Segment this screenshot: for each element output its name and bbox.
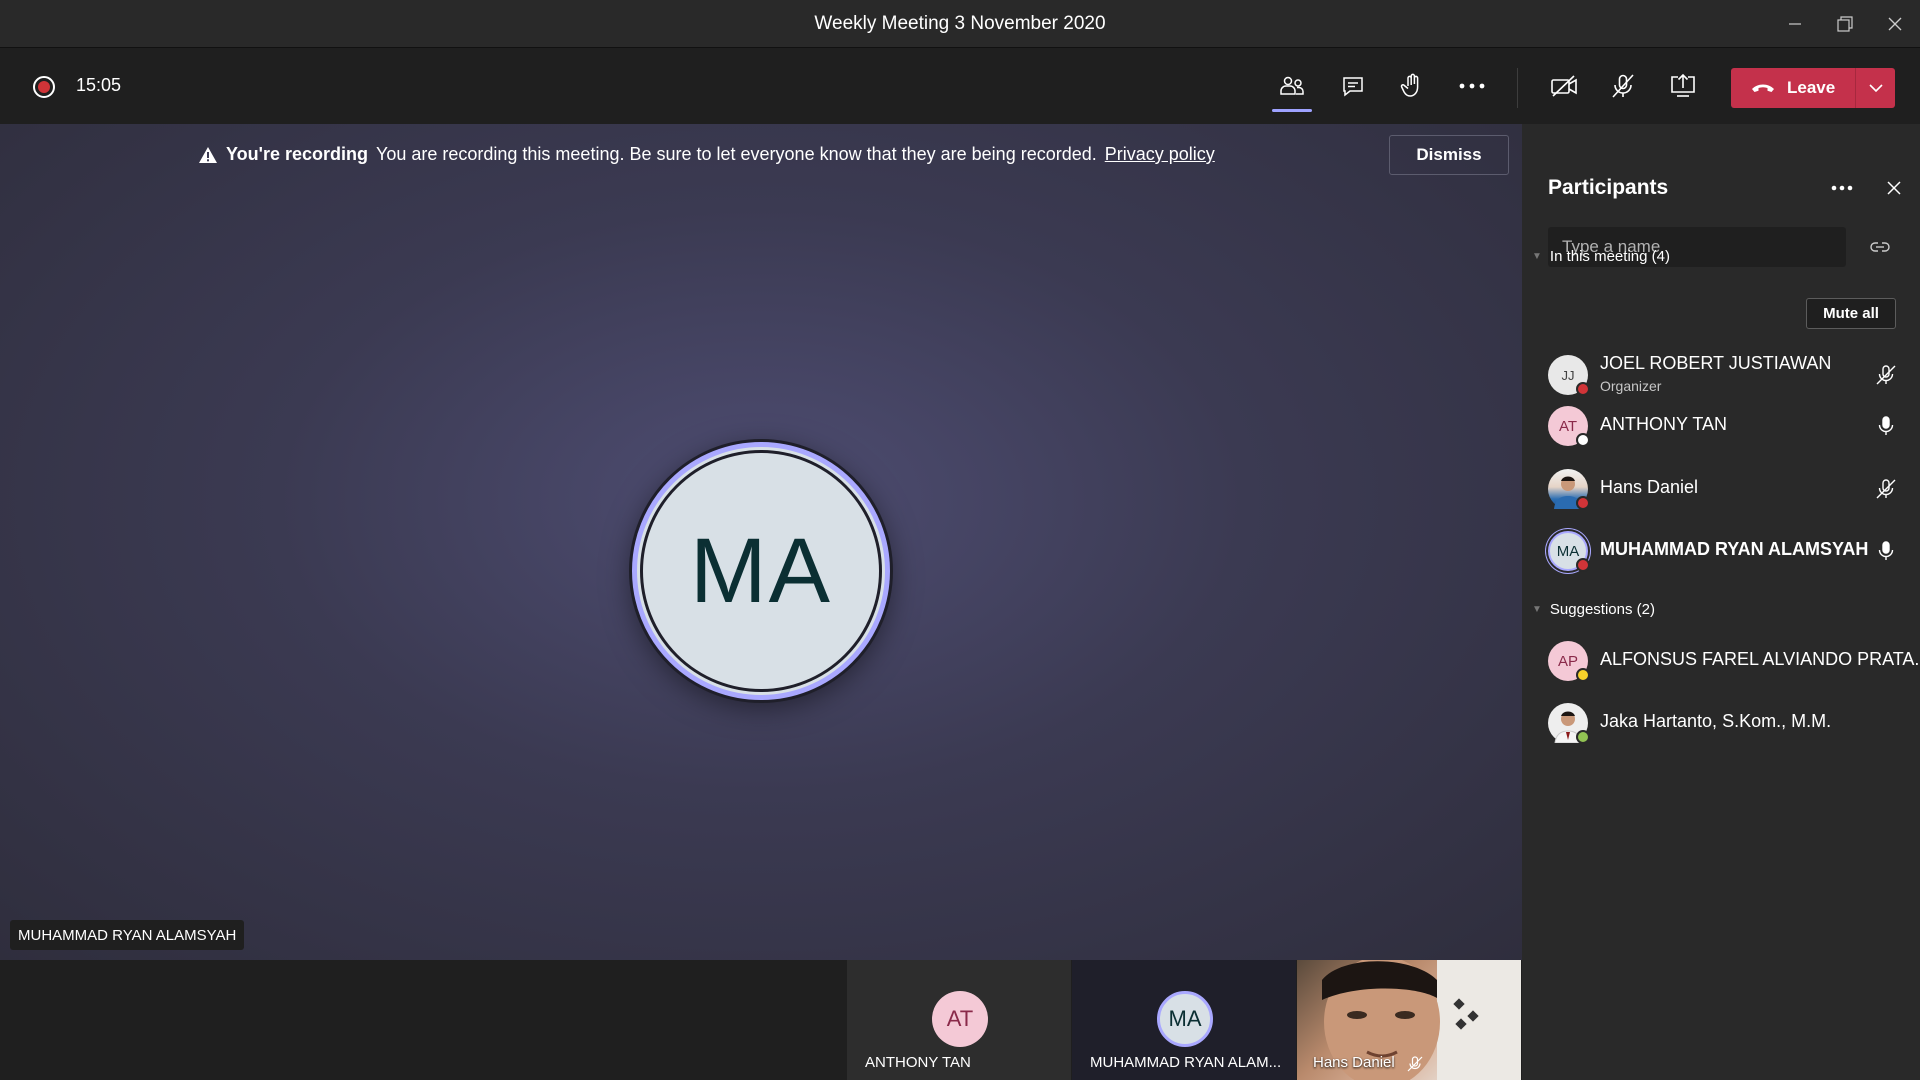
- restore-icon[interactable]: [1820, 0, 1870, 48]
- mic-off-icon: [1407, 1056, 1423, 1072]
- in-meeting-section[interactable]: ▼ In this meeting (4): [1532, 248, 1670, 265]
- minimize-icon[interactable]: [1770, 0, 1820, 48]
- mic-off-icon: [1874, 477, 1898, 501]
- avatar: MA: [1157, 991, 1213, 1047]
- status-busy-icon: [1576, 382, 1590, 396]
- more-icon[interactable]: [1450, 66, 1494, 106]
- participant-tile-name: MUHAMMAD RYAN ALAM...: [1090, 1054, 1282, 1071]
- share-screen-icon[interactable]: [1661, 66, 1705, 106]
- participant-row[interactable]: JJ JOEL ROBERT JUSTIAWAN Organizer: [1522, 346, 1920, 404]
- status-away-icon: [1576, 668, 1590, 682]
- title-bar: Weekly Meeting 3 November 2020: [0, 0, 1920, 48]
- chat-icon[interactable]: [1331, 66, 1375, 106]
- share-link-icon[interactable]: [1862, 230, 1898, 264]
- raise-hand-icon[interactable]: [1390, 66, 1434, 106]
- panel-title: Participants: [1548, 176, 1669, 199]
- participant-tile-name: ANTHONY TAN: [865, 1054, 971, 1071]
- recording-icon: [33, 76, 55, 98]
- window-controls: [1770, 0, 1920, 48]
- participants-icon[interactable]: [1270, 66, 1314, 112]
- caret-down-icon: ▼: [1532, 604, 1542, 615]
- active-speaker-name: MUHAMMAD RYAN ALAMSYAH: [10, 920, 245, 950]
- mic-off-icon[interactable]: [1601, 66, 1645, 106]
- participant-tile-name: Hans Daniel: [1313, 1054, 1395, 1071]
- suggestion-row[interactable]: Jaka Hartanto, S.Kom., M.M.: [1522, 694, 1920, 752]
- suggestion-row[interactable]: AP ALFONSUS FAREL ALVIANDO PRATA...: [1522, 632, 1920, 690]
- close-window-icon[interactable]: [1870, 0, 1920, 48]
- warning-icon: [199, 146, 217, 163]
- active-speaker-initials: MA: [690, 519, 832, 622]
- in-meeting-label: In this meeting (4): [1549, 248, 1670, 265]
- participant-name: Jaka Hartanto, S.Kom., M.M.: [1600, 711, 1832, 731]
- participant-name: Hans Daniel: [1600, 477, 1699, 497]
- leave-options-chevron-icon[interactable]: [1856, 68, 1895, 108]
- meeting-stage: You're recording You are recording this …: [0, 124, 1522, 960]
- leave-button[interactable]: Leave: [1731, 68, 1855, 108]
- participant-row[interactable]: MA MUHAMMAD RYAN ALAMSYAH: [1522, 522, 1920, 580]
- recording-message: You're recording You are recording this …: [198, 144, 1215, 165]
- leave-button-group: Leave: [1731, 68, 1895, 108]
- participant-row[interactable]: Hans Daniel: [1522, 460, 1920, 518]
- participant-video-tile[interactable]: Hans Daniel: [1297, 960, 1521, 1080]
- meeting-toolbar: 15:05 Leave: [0, 48, 1920, 124]
- status-available-icon: [1576, 730, 1590, 744]
- avatar: AT: [932, 991, 988, 1047]
- status-offline-icon: [1576, 433, 1590, 447]
- recording-text: You are recording this meeting. Be sure …: [375, 144, 1097, 164]
- participant-name: MUHAMMAD RYAN ALAMSYAH: [1600, 539, 1869, 559]
- panel-more-icon[interactable]: [1822, 170, 1862, 206]
- suggestions-section[interactable]: ▼ Suggestions (2): [1532, 601, 1655, 618]
- participant-name: ANTHONY TAN: [1600, 414, 1728, 434]
- recording-title: You're recording: [226, 144, 368, 164]
- mic-off-icon: [1874, 363, 1898, 387]
- leave-label: Leave: [1787, 78, 1836, 97]
- hang-up-icon: [1752, 84, 1774, 92]
- mic-icon: [1874, 539, 1898, 563]
- dismiss-button[interactable]: Dismiss: [1389, 135, 1509, 175]
- caret-down-icon: ▼: [1532, 251, 1542, 262]
- mute-all-button[interactable]: Mute all: [1806, 298, 1896, 329]
- mic-icon: [1874, 414, 1898, 438]
- participants-panel: Participants ▼ In this meeting (4) Mute …: [1522, 124, 1920, 1080]
- window-title: Weekly Meeting 3 November 2020: [814, 12, 1106, 34]
- participant-tile[interactable]: AT ANTHONY TAN: [847, 960, 1071, 1080]
- toolbar-separator: [1517, 68, 1518, 108]
- active-speaker-avatar: MA: [632, 442, 890, 700]
- privacy-policy-link[interactable]: Privacy policy: [1105, 144, 1215, 165]
- camera-off-icon[interactable]: [1542, 66, 1586, 106]
- participant-name: JOEL ROBERT JUSTIAWAN: [1600, 353, 1832, 373]
- recording-banner: You're recording You are recording this …: [0, 124, 1522, 188]
- participant-strip: AT ANTHONY TAN MA MUHAMMAD RYAN ALAM... …: [0, 960, 1522, 1080]
- participant-role: Organizer: [1600, 378, 1662, 394]
- participant-row[interactable]: AT ANTHONY TAN: [1522, 397, 1920, 455]
- meeting-timer: 15:05: [76, 75, 122, 95]
- close-icon[interactable]: [1876, 170, 1912, 206]
- status-busy-icon: [1576, 496, 1590, 510]
- status-busy-icon: [1576, 558, 1590, 572]
- suggestions-label: Suggestions (2): [1549, 601, 1655, 618]
- participant-tile[interactable]: MA MUHAMMAD RYAN ALAM...: [1072, 960, 1296, 1080]
- participant-name: ALFONSUS FAREL ALVIANDO PRATA...: [1600, 649, 1920, 669]
